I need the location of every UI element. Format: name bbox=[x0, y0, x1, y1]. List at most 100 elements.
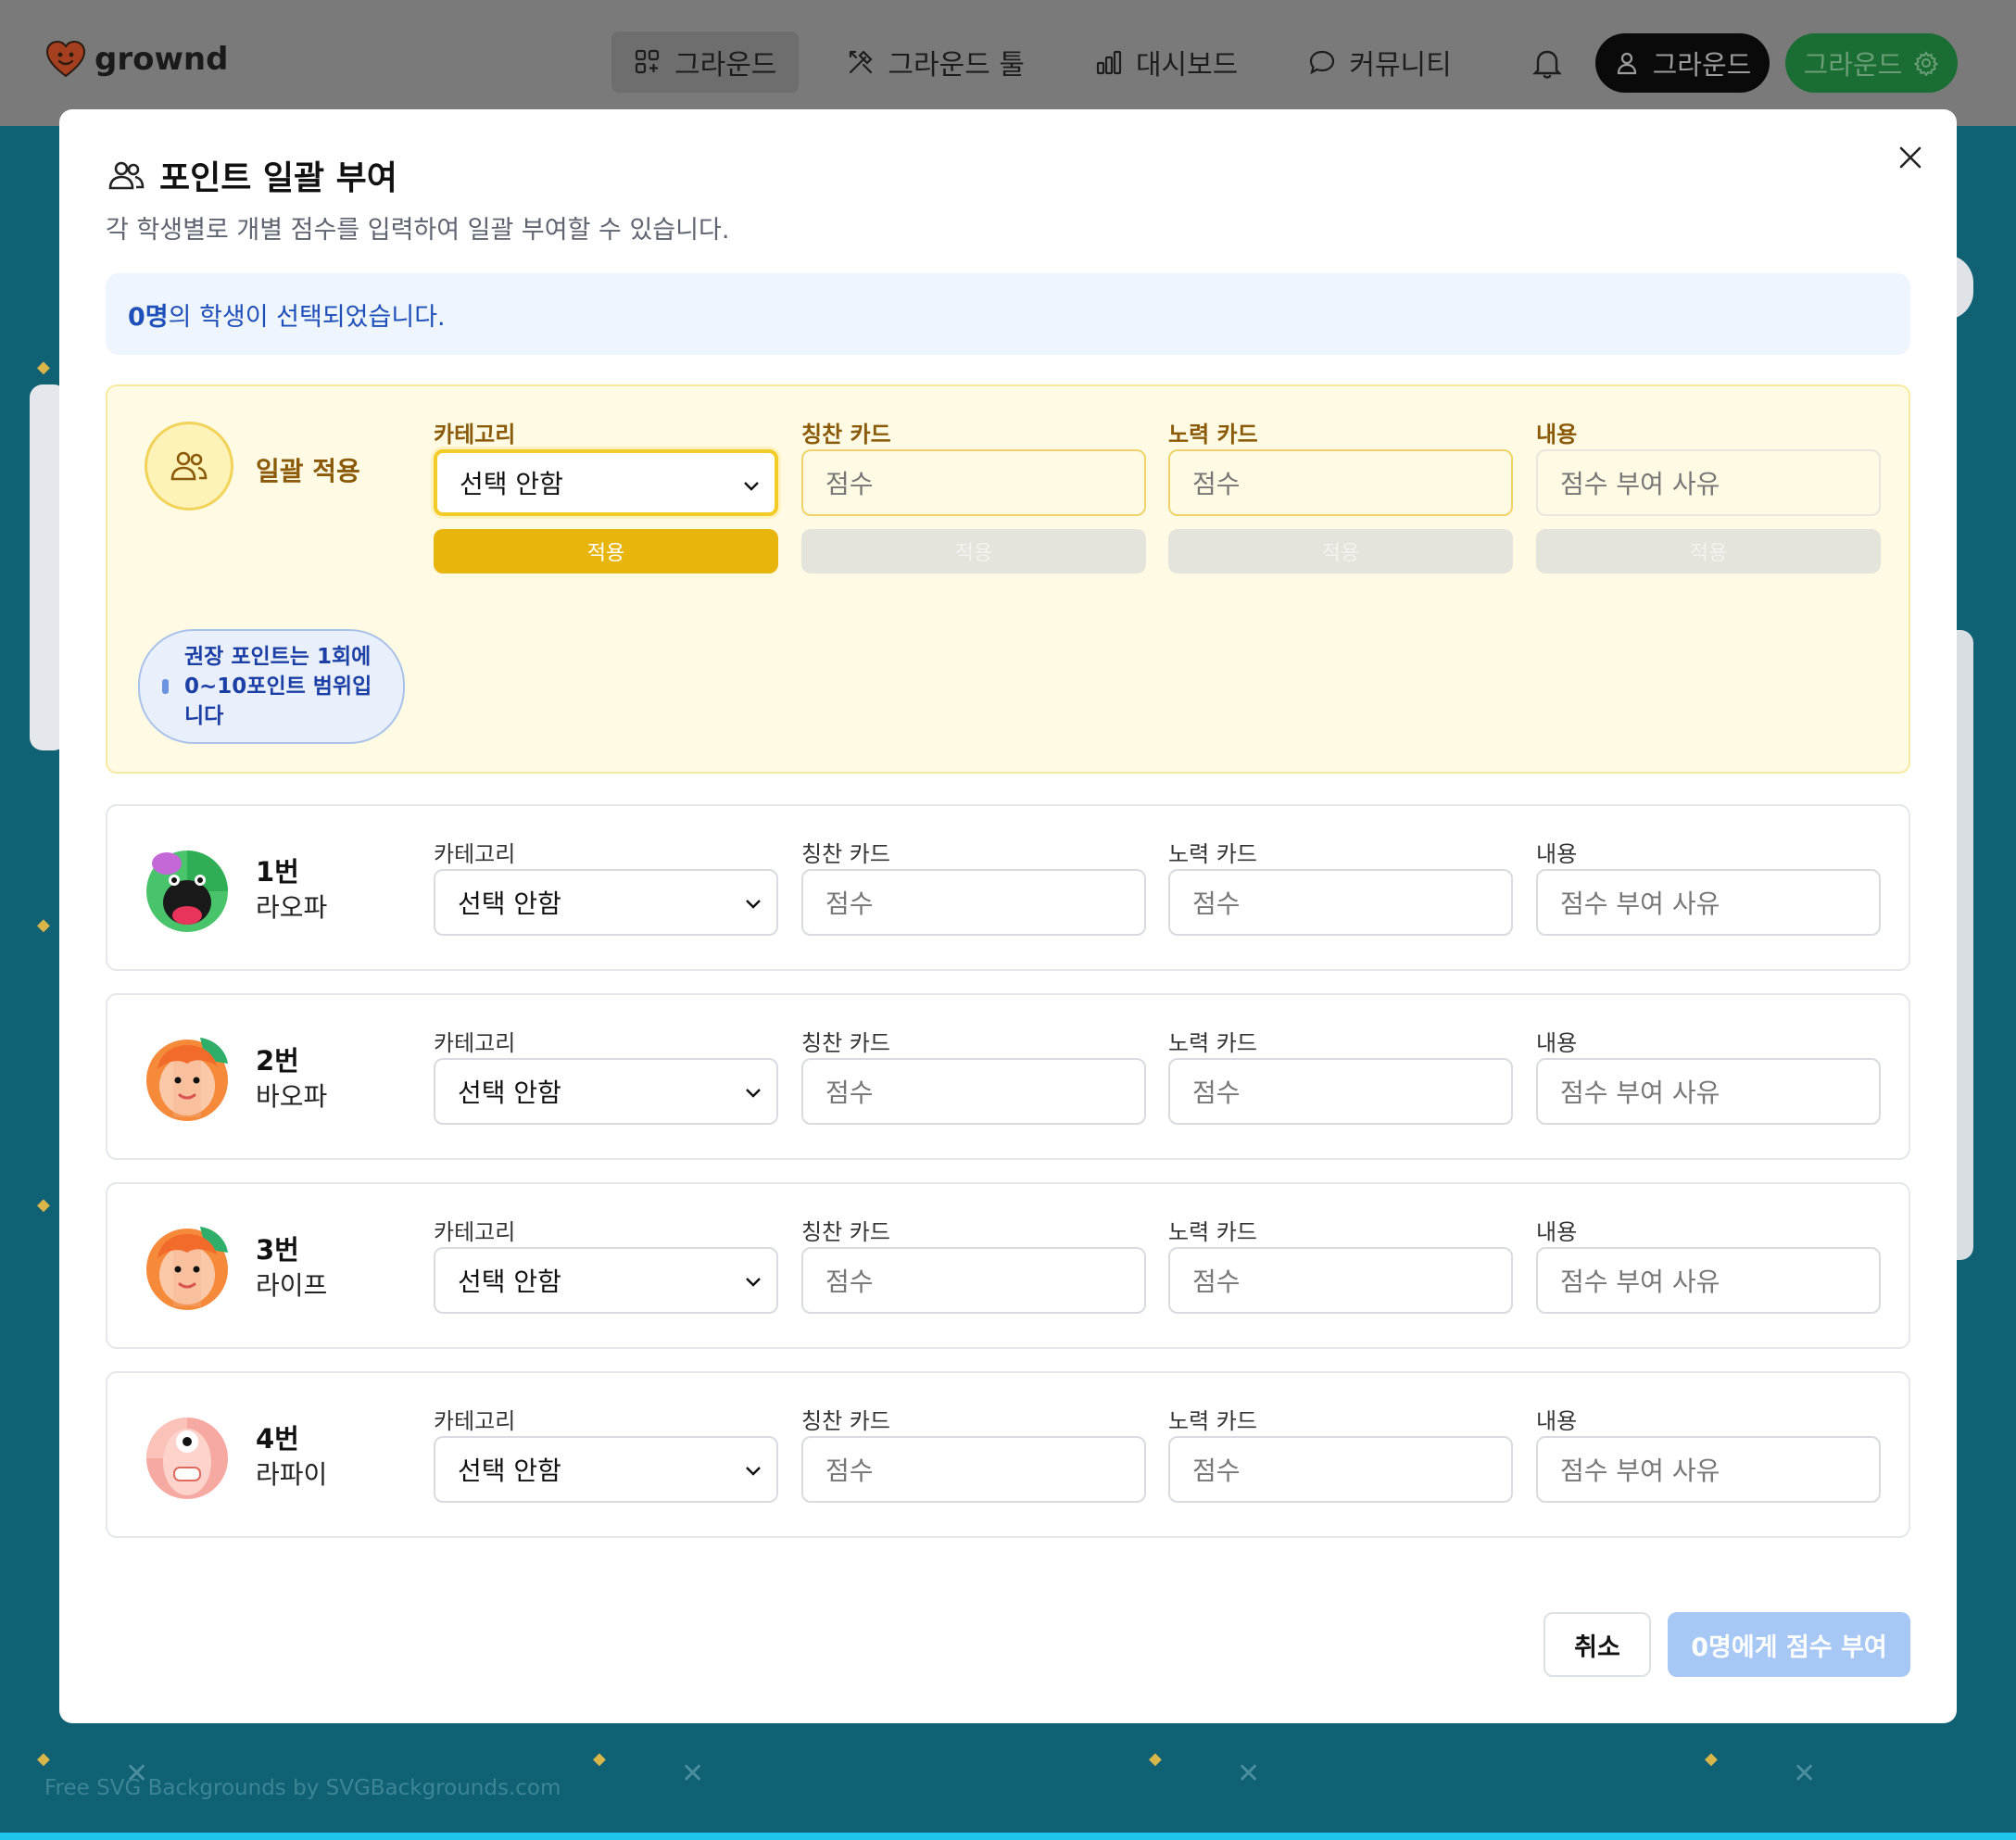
category-select[interactable]: 선택 안함 bbox=[434, 1436, 778, 1503]
modal-title: 포인트 일괄 부여 bbox=[107, 151, 397, 199]
bulk-praise-input[interactable]: 점수 bbox=[801, 449, 1146, 516]
effort-score-input[interactable]: 점수 bbox=[1168, 1058, 1513, 1125]
bar-chart-icon bbox=[1096, 50, 1122, 75]
account-label: 그라운드 bbox=[1652, 49, 1752, 81]
student-number: 3번 bbox=[256, 1234, 299, 1266]
field-label: 칭찬 카드 bbox=[801, 422, 891, 447]
student-name: 라파이 bbox=[256, 1459, 328, 1490]
select-value: 선택 안함 bbox=[458, 1078, 561, 1108]
category-select[interactable]: 선택 안함 bbox=[434, 1247, 778, 1314]
selected-count: 0명 bbox=[128, 302, 169, 332]
chevron-down-icon bbox=[746, 1278, 761, 1287]
praise-score-input[interactable]: 점수 bbox=[801, 1247, 1146, 1314]
field-label: 칭찬 카드 bbox=[801, 1219, 890, 1245]
field-label: 노력 카드 bbox=[1168, 1408, 1257, 1434]
account-button[interactable]: 그라운드 bbox=[1595, 33, 1770, 93]
modal-description: 각 학생별로 개별 점수를 입력하여 일괄 부여할 수 있습니다. bbox=[106, 216, 730, 245]
chevron-down-icon bbox=[744, 482, 759, 491]
nav-item-label: 커뮤니티 bbox=[1349, 49, 1452, 82]
heart-logo-icon bbox=[46, 41, 85, 78]
field-label: 카테고리 bbox=[434, 1030, 516, 1056]
top-navigation: grownd 그라운드 그라운드 툴 대시보드 커뮤니티 그라운드 그라운드 bbox=[0, 0, 2016, 126]
chevron-down-icon bbox=[746, 900, 761, 909]
field-label: 노력 카드 bbox=[1168, 1030, 1257, 1056]
close-button[interactable] bbox=[1890, 137, 1931, 178]
chevron-down-icon bbox=[746, 1467, 761, 1476]
nav-item-ground-tools[interactable]: 그라운드 툴 bbox=[825, 32, 1047, 93]
student-row: 1번 라오파 카테고리 선택 안함 칭찬 카드 점수 노력 카드 점수 내용 점… bbox=[106, 804, 1910, 971]
bulk-apply-title: 일괄 적용 bbox=[256, 456, 360, 486]
grid-plus-icon bbox=[635, 49, 660, 74]
praise-score-input[interactable]: 점수 bbox=[801, 869, 1146, 936]
reason-input[interactable]: 점수 부여 사유 bbox=[1536, 1436, 1881, 1503]
logo-text: grownd bbox=[94, 41, 229, 78]
select-value: 선택 안함 bbox=[460, 469, 563, 499]
effort-score-input[interactable]: 점수 bbox=[1168, 869, 1513, 936]
category-select[interactable]: 선택 안함 bbox=[434, 1058, 778, 1125]
users-icon bbox=[170, 451, 208, 481]
student-number: 2번 bbox=[256, 1045, 299, 1077]
close-icon bbox=[1899, 146, 1922, 169]
field-label: 카테고리 bbox=[434, 422, 516, 447]
gear-icon bbox=[1914, 51, 1939, 76]
field-label: 칭찬 카드 bbox=[801, 1030, 890, 1056]
bottom-accent-bar bbox=[0, 1833, 2016, 1840]
select-value: 선택 안함 bbox=[458, 888, 561, 919]
field-label: 내용 bbox=[1536, 1408, 1578, 1434]
bulk-category-apply-button[interactable]: 적용 bbox=[434, 529, 778, 573]
ground-label: 그라운드 bbox=[1803, 49, 1903, 81]
page-fragment-behind bbox=[1955, 630, 1973, 1260]
student-name: 라오파 bbox=[256, 892, 328, 923]
field-label: 노력 카드 bbox=[1168, 1219, 1257, 1245]
bulk-avatar bbox=[145, 422, 233, 510]
user-icon bbox=[1617, 52, 1636, 75]
logo[interactable]: grownd bbox=[46, 41, 228, 78]
field-label: 노력 카드 bbox=[1168, 422, 1258, 447]
student-row: 3번 라이프 카테고리 선택 안함 칭찬 카드 점수 노력 카드 점수 내용 점… bbox=[106, 1182, 1910, 1349]
bulk-apply-card: 일괄 적용 카테고리 선택 안함 적용 칭찬 카드 점수 적용 노력 카드 점수… bbox=[106, 384, 1910, 774]
bell-icon[interactable] bbox=[1529, 44, 1566, 82]
bulk-content-input[interactable]: 점수 부여 사유 bbox=[1536, 449, 1881, 516]
bulk-category-select[interactable]: 선택 안함 bbox=[434, 449, 778, 516]
bulk-content-apply-button[interactable]: 적용 bbox=[1536, 529, 1881, 573]
chat-bubble-icon bbox=[1310, 50, 1335, 75]
cancel-button[interactable]: 취소 bbox=[1544, 1612, 1651, 1677]
category-select[interactable]: 선택 안함 bbox=[434, 869, 778, 936]
effort-score-input[interactable]: 점수 bbox=[1168, 1247, 1513, 1314]
nav-item-ground[interactable]: 그라운드 bbox=[611, 32, 800, 93]
field-label: 카테고리 bbox=[434, 1219, 516, 1245]
nav-item-community[interactable]: 커뮤니티 bbox=[1286, 32, 1473, 93]
tools-icon bbox=[850, 50, 873, 74]
effort-score-input[interactable]: 점수 bbox=[1168, 1436, 1513, 1503]
nav-item-label: 그라운드 툴 bbox=[888, 49, 1025, 82]
praise-score-input[interactable]: 점수 bbox=[801, 1058, 1146, 1125]
background-watermark: Free SVG Backgrounds by SVGBackgrounds.c… bbox=[44, 1776, 561, 1800]
field-label: 내용 bbox=[1536, 422, 1578, 447]
bulk-praise-apply-button[interactable]: 적용 bbox=[801, 529, 1146, 573]
praise-score-input[interactable]: 점수 bbox=[801, 1436, 1146, 1503]
field-label: 카테고리 bbox=[434, 841, 516, 867]
submit-points-button[interactable]: 0명에게 점수 부여 bbox=[1668, 1612, 1910, 1677]
reason-input[interactable]: 점수 부여 사유 bbox=[1536, 1247, 1881, 1314]
bulk-effort-apply-button[interactable]: 적용 bbox=[1168, 529, 1513, 573]
tip-text: 권장 포인트는 1회에 0~10포인트 범위입니다 bbox=[184, 645, 372, 728]
student-number: 1번 bbox=[256, 856, 299, 888]
field-label: 내용 bbox=[1536, 841, 1578, 867]
chevron-down-icon bbox=[746, 1089, 761, 1098]
nav-item-dashboard[interactable]: 대시보드 bbox=[1073, 32, 1260, 93]
modal-title-text: 포인트 일괄 부여 bbox=[159, 159, 397, 197]
tip-indicator bbox=[162, 679, 169, 694]
field-label: 카테고리 bbox=[434, 1408, 516, 1434]
selection-status-banner: 0명 의 학생이 선택되었습니다. bbox=[106, 273, 1910, 355]
ground-settings-button[interactable]: 그라운드 bbox=[1785, 33, 1958, 93]
selected-suffix: 의 학생이 선택되었습니다. bbox=[168, 302, 446, 332]
cyclops-avatar-icon bbox=[146, 1418, 228, 1499]
reason-input[interactable]: 점수 부여 사유 bbox=[1536, 1058, 1881, 1125]
bulk-effort-input[interactable]: 점수 bbox=[1168, 449, 1513, 516]
student-name: 라이프 bbox=[256, 1270, 328, 1301]
student-row: 2번 바오파 카테고리 선택 안함 칭찬 카드 점수 노력 카드 점수 내용 점… bbox=[106, 993, 1910, 1160]
reason-input[interactable]: 점수 부여 사유 bbox=[1536, 869, 1881, 936]
student-name: 바오파 bbox=[256, 1081, 328, 1112]
field-label: 칭찬 카드 bbox=[801, 841, 890, 867]
field-label: 내용 bbox=[1536, 1219, 1578, 1245]
